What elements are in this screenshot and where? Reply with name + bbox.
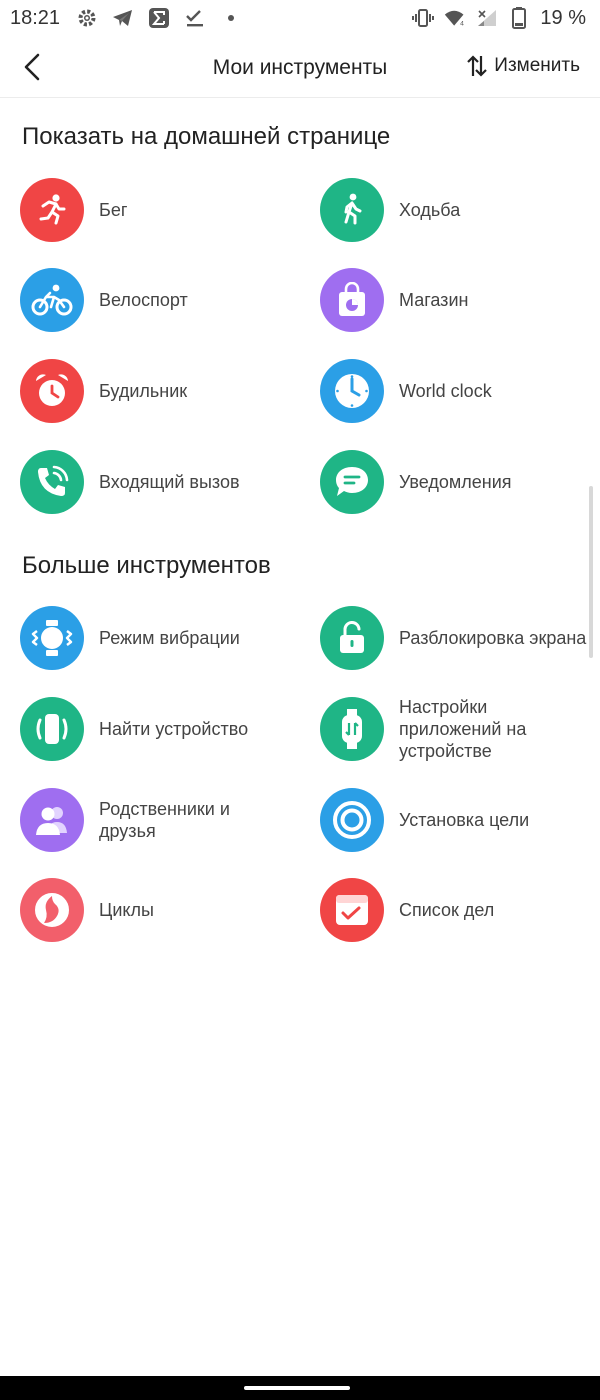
todo-list-icon [320, 878, 384, 942]
tool-world-clock[interactable]: World clock [320, 351, 600, 431]
section-title-more: Больше инструментов [22, 552, 271, 579]
settings-gear-icon [76, 7, 98, 29]
tool-device-app-settings[interactable]: Настройки приложений на устройстве [320, 689, 600, 769]
world-clock-icon [320, 359, 384, 423]
tool-unlock-screen[interactable]: Разблокировка экрана [320, 598, 600, 678]
home-indicator[interactable] [244, 1386, 350, 1390]
app-header: Мои инструменты Изменить [0, 36, 600, 98]
vibrate-mode-icon [412, 7, 435, 29]
task-check-icon [184, 7, 206, 29]
tool-label: Список дел [399, 900, 495, 920]
tool-label: Найти устройство [99, 719, 249, 739]
tool-alarm[interactable]: Будильник [20, 351, 310, 431]
friends-icon [20, 788, 84, 852]
tool-label: Магазин [399, 290, 469, 310]
tool-find-device[interactable]: Найти устройство [20, 689, 310, 769]
tool-label: Бег [99, 200, 128, 220]
tool-notifications[interactable]: Уведомления [320, 442, 600, 522]
wifi-icon: 4 [444, 7, 466, 29]
unlock-icon [320, 606, 384, 670]
alarm-icon [20, 359, 84, 423]
edit-order-button[interactable]: Изменить [466, 54, 580, 78]
tool-cycling[interactable]: Велоспорт [20, 260, 310, 340]
tool-walk[interactable]: Ходьба [320, 170, 600, 250]
notification-icons [76, 7, 242, 29]
tool-label: World clock [399, 381, 492, 401]
system-nav-bar [0, 1376, 600, 1400]
band-settings-icon [320, 697, 384, 761]
tool-label: Циклы [99, 900, 154, 920]
tool-shop[interactable]: Магазин [320, 260, 600, 340]
section-title-home: Показать на домашней странице [22, 123, 391, 150]
find-device-icon [20, 697, 84, 761]
tool-label: Установка цели [399, 810, 530, 830]
tool-label: Режим вибрации [99, 628, 240, 648]
tool-todo-list[interactable]: Список дел [320, 870, 600, 950]
cell-signal-icon [476, 7, 498, 29]
more-notifications-dot-icon [220, 7, 242, 29]
tool-label: Настройки приложений на устройстве [399, 697, 527, 761]
tool-family-friends[interactable]: Родственники и друзья [20, 780, 310, 860]
shop-bag-icon [320, 268, 384, 332]
cycle-icon [20, 878, 84, 942]
goal-target-icon [320, 788, 384, 852]
sigma-app-icon [148, 7, 170, 29]
notification-icon [320, 450, 384, 514]
telegram-icon [112, 7, 134, 29]
tool-vibration-mode[interactable]: Режим вибрации [20, 598, 310, 678]
walk-icon [320, 178, 384, 242]
tool-label: Родственники и друзья [99, 799, 230, 841]
tool-label: Будильник [99, 381, 188, 401]
tool-incoming-call[interactable]: Входящий вызов [20, 442, 310, 522]
vibration-icon [20, 606, 84, 670]
battery-icon [508, 7, 530, 29]
status-time: 18:21 [10, 6, 61, 29]
tool-label: Велоспорт [99, 290, 188, 310]
tool-cycles[interactable]: Циклы [20, 870, 310, 950]
tool-run[interactable]: Бег [20, 170, 310, 250]
status-right: 4 19 % [412, 7, 586, 30]
run-icon [20, 178, 84, 242]
tool-label: Уведомления [399, 472, 512, 492]
scrollbar[interactable] [589, 486, 593, 658]
sort-arrows-icon [467, 55, 488, 77]
tool-label: Разблокировка экрана [399, 628, 587, 648]
battery-percent: 19 % [540, 6, 586, 29]
edit-order-label: Изменить [494, 55, 580, 76]
bike-icon [20, 268, 84, 332]
tool-label: Ходьба [399, 200, 461, 220]
tool-goal-setting[interactable]: Установка цели [320, 780, 600, 860]
svg-text:4: 4 [460, 21, 464, 28]
status-bar: 18:21 4 19 % [0, 0, 600, 36]
tool-label: Входящий вызов [99, 472, 240, 492]
incoming-call-icon [20, 450, 84, 514]
